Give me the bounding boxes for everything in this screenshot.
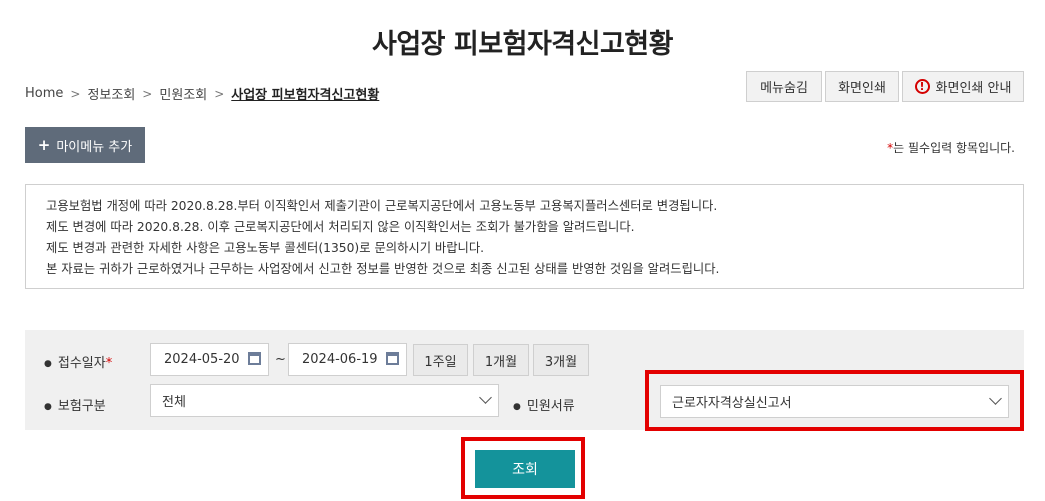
date-to-value: 2024-06-19: [302, 352, 378, 367]
plus-icon: +: [37, 136, 51, 154]
search-button[interactable]: 조회: [475, 450, 575, 488]
bullet-icon: ●: [44, 358, 52, 369]
notice-line: 고용보험법 개정에 따라 2020.8.28.부터 이직확인서 제출기관이 근로…: [46, 199, 718, 213]
notice-line: 본 자료는 귀하가 근로하였거나 근무하는 사업장에서 신고한 정보를 반영한 …: [46, 262, 720, 276]
bullet-icon: ●: [44, 401, 52, 412]
breadcrumb-current: 사업장 피보험자격신고현황: [231, 88, 380, 103]
insurance-select[interactable]: 전체: [150, 384, 499, 417]
date-label: ● 접수일자*: [44, 356, 113, 371]
breadcrumb-info[interactable]: 정보조회: [87, 84, 135, 103]
breadcrumb-home[interactable]: Home: [25, 86, 63, 101]
doc-label: ● 민원서류: [513, 399, 575, 414]
alert-icon: !: [914, 79, 930, 94]
notice-line: 제도 변경과 관련한 자세한 사항은 고용노동부 콜센터(1350)로 문의하시…: [46, 241, 485, 255]
calendar-icon[interactable]: [386, 352, 399, 365]
insurance-label: ● 보험구분: [44, 399, 106, 414]
chevron-right-icon: >: [142, 86, 153, 101]
date-separator: ~: [275, 352, 286, 367]
period-1month-button[interactable]: 1개월: [473, 344, 529, 376]
chevron-right-icon: >: [214, 86, 225, 101]
print-button[interactable]: 화면인쇄: [825, 71, 899, 102]
bullet-icon: ●: [513, 401, 521, 412]
print-guide-label: 화면인쇄 안내: [935, 81, 1012, 96]
breadcrumb-civil[interactable]: 민원조회: [159, 84, 207, 103]
breadcrumb: Home > 정보조회 > 민원조회 > 사업장 피보험자격신고현황: [25, 84, 379, 103]
date-to-input[interactable]: 2024-06-19: [288, 343, 407, 376]
calendar-icon[interactable]: [248, 352, 261, 365]
chevron-down-icon: [479, 391, 492, 404]
print-guide-button[interactable]: ! 화면인쇄 안내: [902, 71, 1024, 102]
chevron-right-icon: >: [70, 86, 81, 101]
period-1week-button[interactable]: 1주일: [413, 344, 468, 376]
required-note: *는 필수입력 항목입니다.: [887, 139, 1015, 156]
notice-box: 고용보험법 개정에 따라 2020.8.28.부터 이직확인서 제출기관이 근로…: [25, 184, 1024, 289]
date-from-value: 2024-05-20: [164, 352, 240, 367]
hide-menu-button[interactable]: 메뉴숨김: [746, 71, 822, 102]
add-my-menu-button[interactable]: + 마이메뉴 추가: [25, 127, 145, 163]
required-note-text: 는 필수입력 항목입니다.: [893, 141, 1015, 155]
date-from-input[interactable]: 2024-05-20: [150, 343, 269, 376]
period-3month-button[interactable]: 3개월: [533, 344, 589, 376]
notice-line: 제도 변경에 따라 2020.8.28. 이후 근로복지공단에서 처리되지 않은…: [46, 220, 635, 234]
insurance-value: 전체: [162, 395, 186, 410]
highlight-box: [645, 370, 1024, 431]
add-my-menu-label: 마이메뉴 추가: [56, 139, 133, 155]
page-title: 사업장 피보험자격신고현황: [372, 29, 673, 60]
